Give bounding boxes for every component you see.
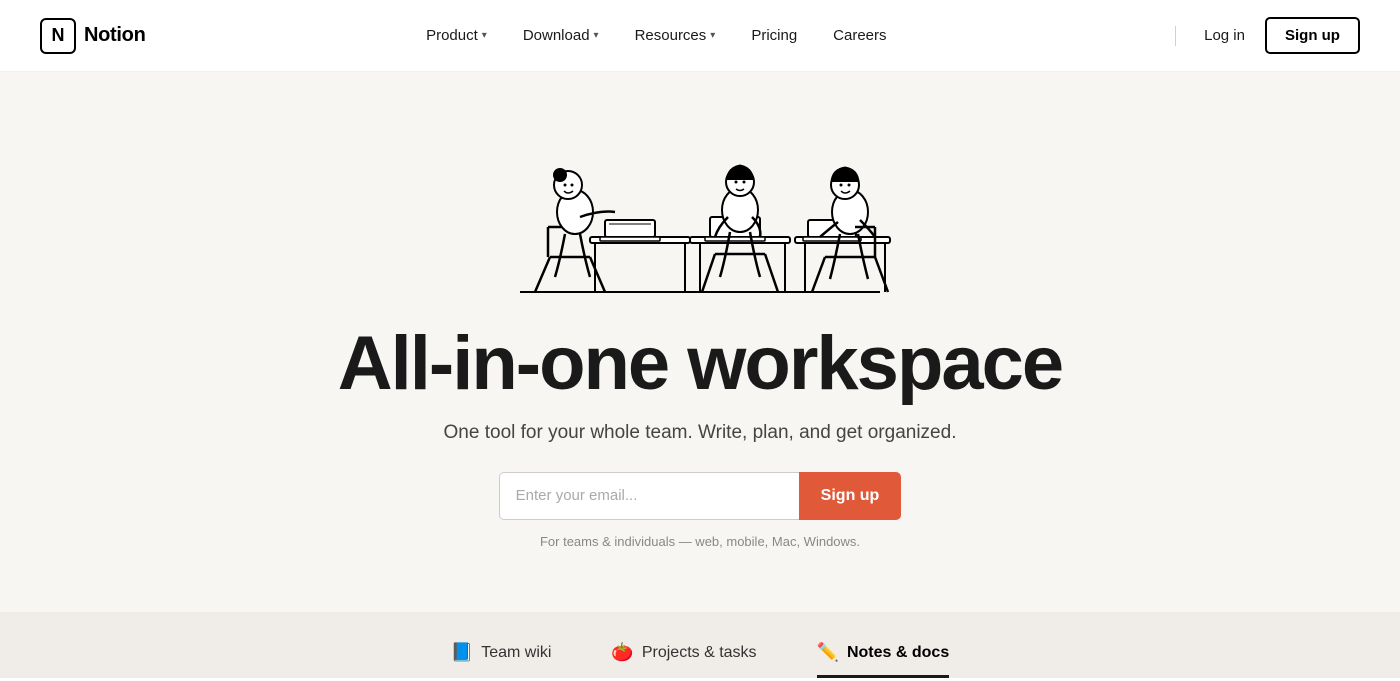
team-wiki-emoji: 📘 (451, 642, 473, 663)
projects-tasks-emoji: 🍅 (611, 642, 633, 663)
hero-illustration (460, 82, 940, 302)
nav-product[interactable]: Product ▾ (424, 21, 489, 50)
hero-cta-form: Sign up (499, 472, 902, 520)
signup-button[interactable]: Sign up (1265, 17, 1360, 54)
nav-careers[interactable]: Careers (831, 21, 888, 50)
hero-subtitle: One tool for your whole team. Write, pla… (444, 422, 957, 444)
chevron-down-icon: ▾ (710, 30, 715, 41)
notion-wordmark: Notion (84, 24, 146, 47)
notion-logo-icon: N (40, 18, 76, 54)
hero-section: All-in-one workspace One tool for your w… (0, 72, 1400, 612)
tab-team-wiki-label: Team wiki (481, 644, 551, 662)
tab-team-wiki[interactable]: 📘 Team wiki (451, 642, 552, 678)
hero-title: All-in-one workspace (338, 322, 1062, 406)
navbar-auth: Log in Sign up (1167, 17, 1360, 54)
tab-projects-tasks[interactable]: 🍅 Projects & tasks (611, 642, 756, 678)
navbar: N Notion Product ▾ Download ▾ Resources … (0, 0, 1400, 72)
chevron-down-icon: ▾ (594, 30, 599, 41)
nav-resources[interactable]: Resources ▾ (633, 21, 718, 50)
nav-pricing[interactable]: Pricing (749, 21, 799, 50)
notes-docs-emoji: ✏️ (817, 642, 839, 663)
navbar-nav: Product ▾ Download ▾ Resources ▾ Pricing… (424, 21, 888, 50)
navbar-brand: N Notion (40, 18, 146, 54)
tabs-row: 📘 Team wiki 🍅 Projects & tasks ✏️ Notes … (451, 642, 949, 678)
nav-divider (1175, 26, 1176, 46)
tab-notes-docs[interactable]: ✏️ Notes & docs (817, 642, 950, 678)
email-input[interactable] (499, 472, 799, 520)
bottom-tabs-section: 📘 Team wiki 🍅 Projects & tasks ✏️ Notes … (0, 612, 1400, 678)
tab-projects-tasks-label: Projects & tasks (642, 644, 757, 662)
tab-notes-docs-label: Notes & docs (847, 644, 949, 662)
chevron-down-icon: ▾ (482, 30, 487, 41)
login-button[interactable]: Log in (1192, 19, 1257, 52)
hero-note: For teams & individuals — web, mobile, M… (540, 534, 860, 549)
cta-signup-button[interactable]: Sign up (799, 472, 902, 520)
nav-download[interactable]: Download ▾ (521, 21, 601, 50)
